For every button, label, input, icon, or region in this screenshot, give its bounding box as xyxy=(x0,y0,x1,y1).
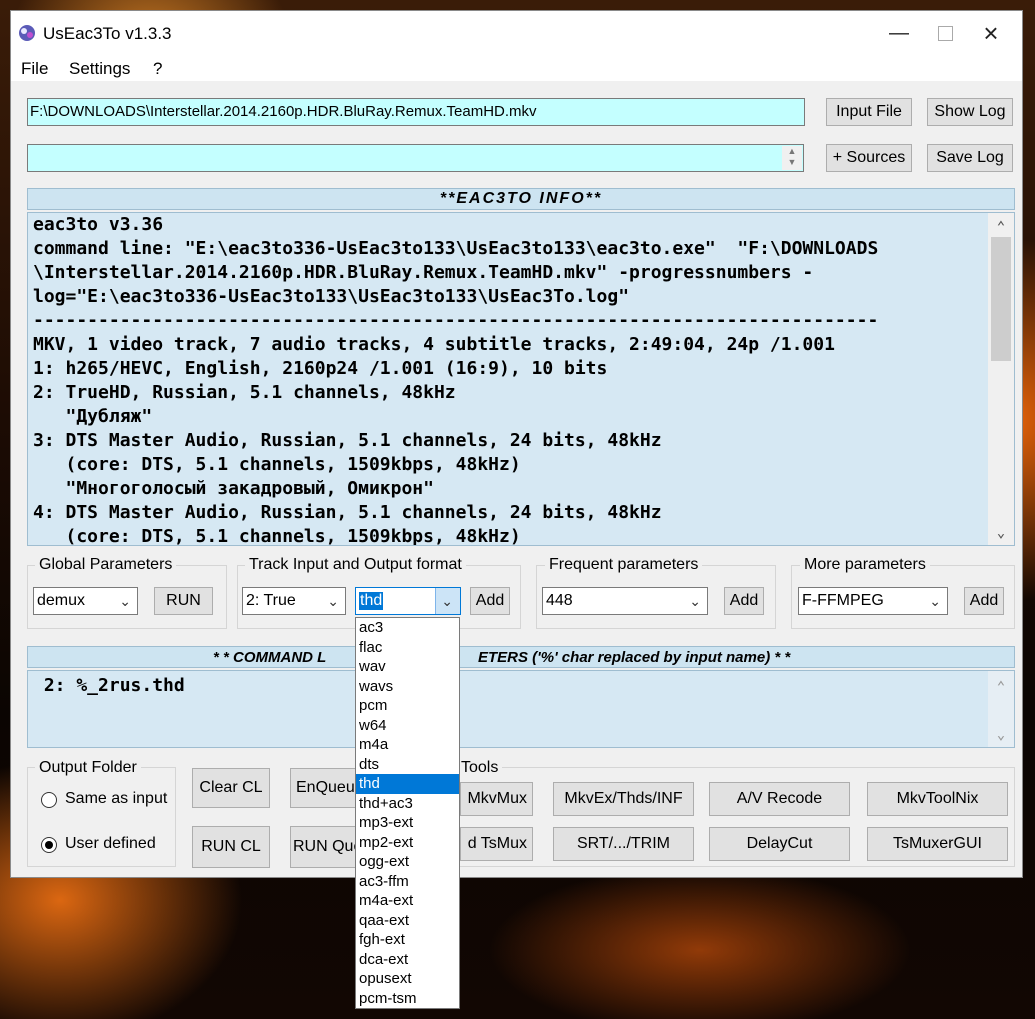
format-option-qaa-ext[interactable]: qaa-ext xyxy=(356,911,459,931)
output-folder-title: Output Folder xyxy=(35,759,141,777)
save-log-button[interactable]: Save Log xyxy=(927,144,1013,172)
user-defined-radio[interactable] xyxy=(41,837,57,853)
format-option-opusext[interactable]: opusext xyxy=(356,969,459,989)
command-line-header-right: ETERS ('%' char replaced by input name) … xyxy=(478,648,791,666)
show-log-button[interactable]: Show Log xyxy=(927,98,1013,126)
format-option-m4a-ext[interactable]: m4a-ext xyxy=(356,891,459,911)
menu-bar xyxy=(11,55,1022,81)
info-header: **EAC3TO INFO** xyxy=(27,188,1015,210)
menu-settings[interactable]: Settings xyxy=(69,59,130,79)
info-log[interactable]: eac3to v3.36 command line: "E:\eac3to336… xyxy=(27,212,1015,546)
format-option-pcm-tsm[interactable]: pcm-tsm xyxy=(356,989,459,1009)
format-option-flac[interactable]: flac xyxy=(356,638,459,658)
chevron-down-icon: ⌄ xyxy=(689,593,701,609)
global-param-select[interactable]: demux ⌄ xyxy=(33,587,138,615)
more-add-button[interactable]: Add xyxy=(964,587,1004,615)
frequent-param-value: 448 xyxy=(546,592,573,609)
app-window: UsEac3To v1.3.3 — × File Settings ? F:\D… xyxy=(10,10,1023,878)
global-parameters-title: Global Parameters xyxy=(35,556,177,574)
track-input-select[interactable]: 2: True ⌄ xyxy=(242,587,346,615)
command-line-scrollbar[interactable]: ⌃ ⌄ xyxy=(988,671,1014,747)
more-param-value: F-FFMPEG xyxy=(802,592,884,609)
minimize-icon[interactable]: — xyxy=(876,11,922,55)
title-bar[interactable]: UsEac3To v1.3.3 — × xyxy=(11,11,1022,55)
user-defined-label[interactable]: User defined xyxy=(65,835,156,853)
output-format-dropdown-list[interactable]: ac3 flac wav wavs pcm w64 m4a dts thd thd+ac3 mp3-… xyxy=(355,617,460,1009)
format-option-wavs[interactable]: wavs xyxy=(356,677,459,697)
scroll-thumb[interactable] xyxy=(991,237,1011,361)
format-option-dca-ext[interactable]: dca-ext xyxy=(356,950,459,970)
chevron-down-icon: ⌄ xyxy=(327,593,339,609)
format-option-ac3[interactable]: ac3 xyxy=(356,618,459,638)
output-format-select[interactable]: thd ⌄ xyxy=(355,587,461,615)
format-option-ac3-ffm[interactable]: ac3-ffm xyxy=(356,872,459,892)
input-file-field[interactable]: F:\DOWNLOADS\Interstellar.2014.2160p.HDR… xyxy=(27,98,805,126)
tsmux-button[interactable]: d TsMux xyxy=(460,827,533,861)
format-option-thd-ac3[interactable]: thd+ac3 xyxy=(356,794,459,814)
app-logo-icon xyxy=(19,25,35,41)
frequent-add-button[interactable]: Add xyxy=(724,587,764,615)
delaycut-button[interactable]: DelayCut xyxy=(709,827,850,861)
frequent-parameters-title: Frequent parameters xyxy=(545,556,703,574)
format-option-fgh-ext[interactable]: fgh-ext xyxy=(356,930,459,950)
info-log-text: eac3to v3.36 command line: "E:\eac3to336… xyxy=(33,214,879,546)
add-sources-button[interactable]: + Sources xyxy=(826,144,912,172)
format-option-m4a[interactable]: m4a xyxy=(356,735,459,755)
chevron-down-icon: ⌄ xyxy=(119,593,131,609)
maximize-icon[interactable] xyxy=(922,11,968,55)
track-format-title: Track Input and Output format xyxy=(245,556,466,574)
track-input-value: 2: True xyxy=(246,592,296,609)
tools-title: Tools xyxy=(457,759,503,777)
mkvmux-button[interactable]: MkvMux xyxy=(460,782,533,816)
chevron-down-icon: ⌄ xyxy=(441,593,453,609)
format-option-wav[interactable]: wav xyxy=(356,657,459,677)
menu-help[interactable]: ? xyxy=(153,59,162,79)
frequent-param-select[interactable]: 448 ⌄ xyxy=(542,587,708,615)
format-option-ogg-ext[interactable]: ogg-ext xyxy=(356,852,459,872)
sources-field[interactable] xyxy=(27,144,804,172)
sources-spinner[interactable]: ▲ ▼ xyxy=(782,146,802,170)
menu-file[interactable]: File xyxy=(21,59,48,79)
command-line-text: 2: %_2rus.thd xyxy=(33,675,185,696)
output-format-value: thd xyxy=(359,592,384,610)
srt-trim-button[interactable]: SRT/.../TRIM xyxy=(553,827,694,861)
more-parameters-title: More parameters xyxy=(800,556,930,574)
mkvtoolnix-button[interactable]: MkvToolNix xyxy=(867,782,1008,816)
input-file-button[interactable]: Input File xyxy=(826,98,912,126)
format-option-pcm[interactable]: pcm xyxy=(356,696,459,716)
format-option-mp2-ext[interactable]: mp2-ext xyxy=(356,833,459,853)
scroll-down-icon[interactable]: ⌄ xyxy=(988,521,1014,541)
global-param-value: demux xyxy=(37,592,86,609)
same-as-input-label[interactable]: Same as input xyxy=(65,790,167,808)
run-button[interactable]: RUN xyxy=(154,587,213,615)
same-as-input-radio[interactable] xyxy=(41,792,57,808)
format-option-thd[interactable]: thd xyxy=(356,774,459,794)
window-title: UsEac3To v1.3.3 xyxy=(43,24,172,43)
av-recode-button[interactable]: A/V Recode xyxy=(709,782,850,816)
format-option-w64[interactable]: w64 xyxy=(356,716,459,736)
info-scrollbar[interactable]: ⌃ ⌄ xyxy=(988,213,1014,545)
more-param-select[interactable]: F-FFMPEG ⌄ xyxy=(798,587,948,615)
close-icon[interactable]: × xyxy=(968,11,1014,55)
clear-cl-button[interactable]: Clear CL xyxy=(192,768,270,808)
scroll-up-icon[interactable]: ⌃ xyxy=(988,675,1014,699)
command-line-header-left: * * COMMAND L xyxy=(213,648,327,666)
scroll-up-icon[interactable]: ⌃ xyxy=(988,215,1014,235)
run-cl-button[interactable]: RUN CL xyxy=(192,826,270,868)
format-option-mp3-ext[interactable]: mp3-ext xyxy=(356,813,459,833)
command-line-box[interactable]: 2: %_2rus.thd ⌃ ⌄ xyxy=(27,670,1015,748)
mkvex-button[interactable]: MkvEx/Thds/INF xyxy=(553,782,694,816)
scroll-down-icon[interactable]: ⌄ xyxy=(988,723,1014,747)
command-line-header: * * COMMAND L ETERS ('%' char replaced b… xyxy=(27,646,1015,668)
format-option-dts[interactable]: dts xyxy=(356,755,459,775)
track-add-button[interactable]: Add xyxy=(470,587,510,615)
chevron-down-icon: ⌄ xyxy=(929,593,941,609)
tsmuxergui-button[interactable]: TsMuxerGUI xyxy=(867,827,1008,861)
